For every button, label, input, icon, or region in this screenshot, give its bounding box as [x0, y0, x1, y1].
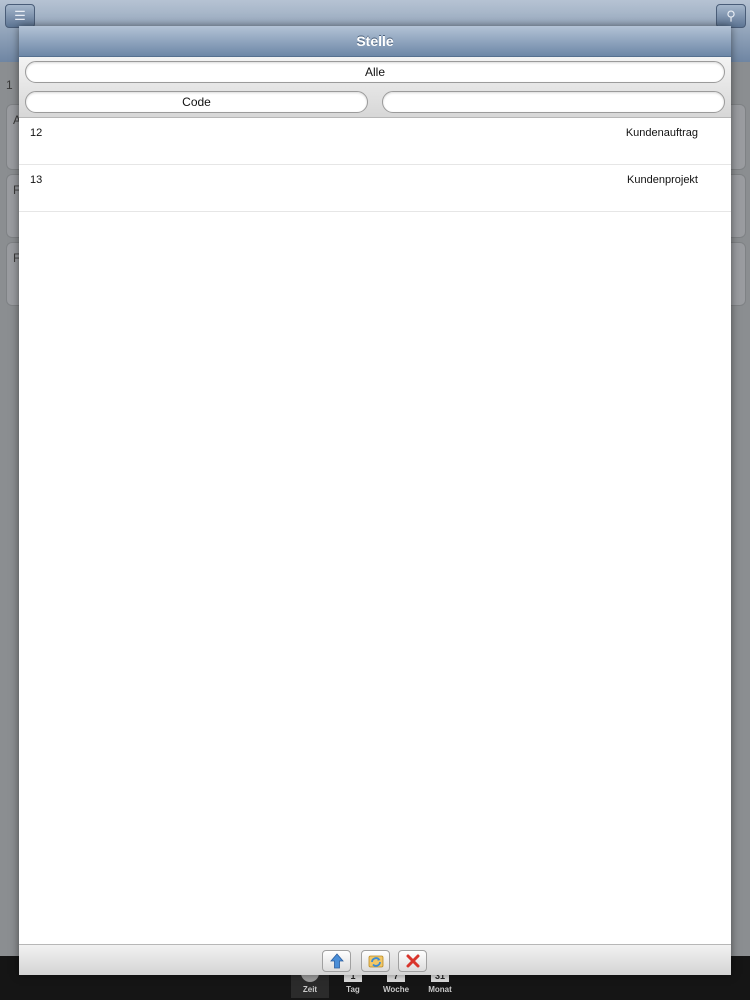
filter-area: Alle Code — [19, 57, 731, 118]
item-description: Kundenauftrag — [625, 127, 698, 139]
item-code: 13 — [30, 174, 43, 186]
result-list: 12 Kundenauftrag 13 Kundenprojekt — [19, 118, 731, 212]
modal-toolbar — [19, 944, 731, 975]
background-label: 1 — [6, 78, 13, 92]
modal-title: Stelle — [356, 33, 394, 49]
location-pin-icon: ⚲ — [716, 4, 746, 28]
item-description: Kundenprojekt — [627, 174, 698, 186]
modal-header: Stelle — [19, 26, 731, 57]
code-filter-field[interactable]: Code — [25, 91, 368, 113]
refresh-icon — [368, 955, 383, 968]
code-filter-label: Code — [182, 95, 211, 109]
filter-all-label: Alle — [364, 65, 385, 79]
description-filter-field[interactable] — [382, 91, 725, 113]
up-arrow-icon — [329, 953, 344, 969]
item-code: 12 — [30, 127, 43, 139]
close-button[interactable] — [398, 950, 427, 972]
list-item[interactable]: 13 Kundenprojekt — [19, 165, 731, 212]
up-button[interactable] — [322, 950, 351, 972]
close-icon — [406, 954, 419, 968]
list-item[interactable]: 12 Kundenauftrag — [19, 118, 731, 165]
menu-list-icon: ☰ — [5, 4, 35, 28]
refresh-button[interactable] — [361, 950, 390, 972]
selection-modal: Stelle Alle Code 12 Kundenauftrag 13 Kun… — [19, 26, 731, 975]
filter-all-button[interactable]: Alle — [25, 61, 725, 83]
